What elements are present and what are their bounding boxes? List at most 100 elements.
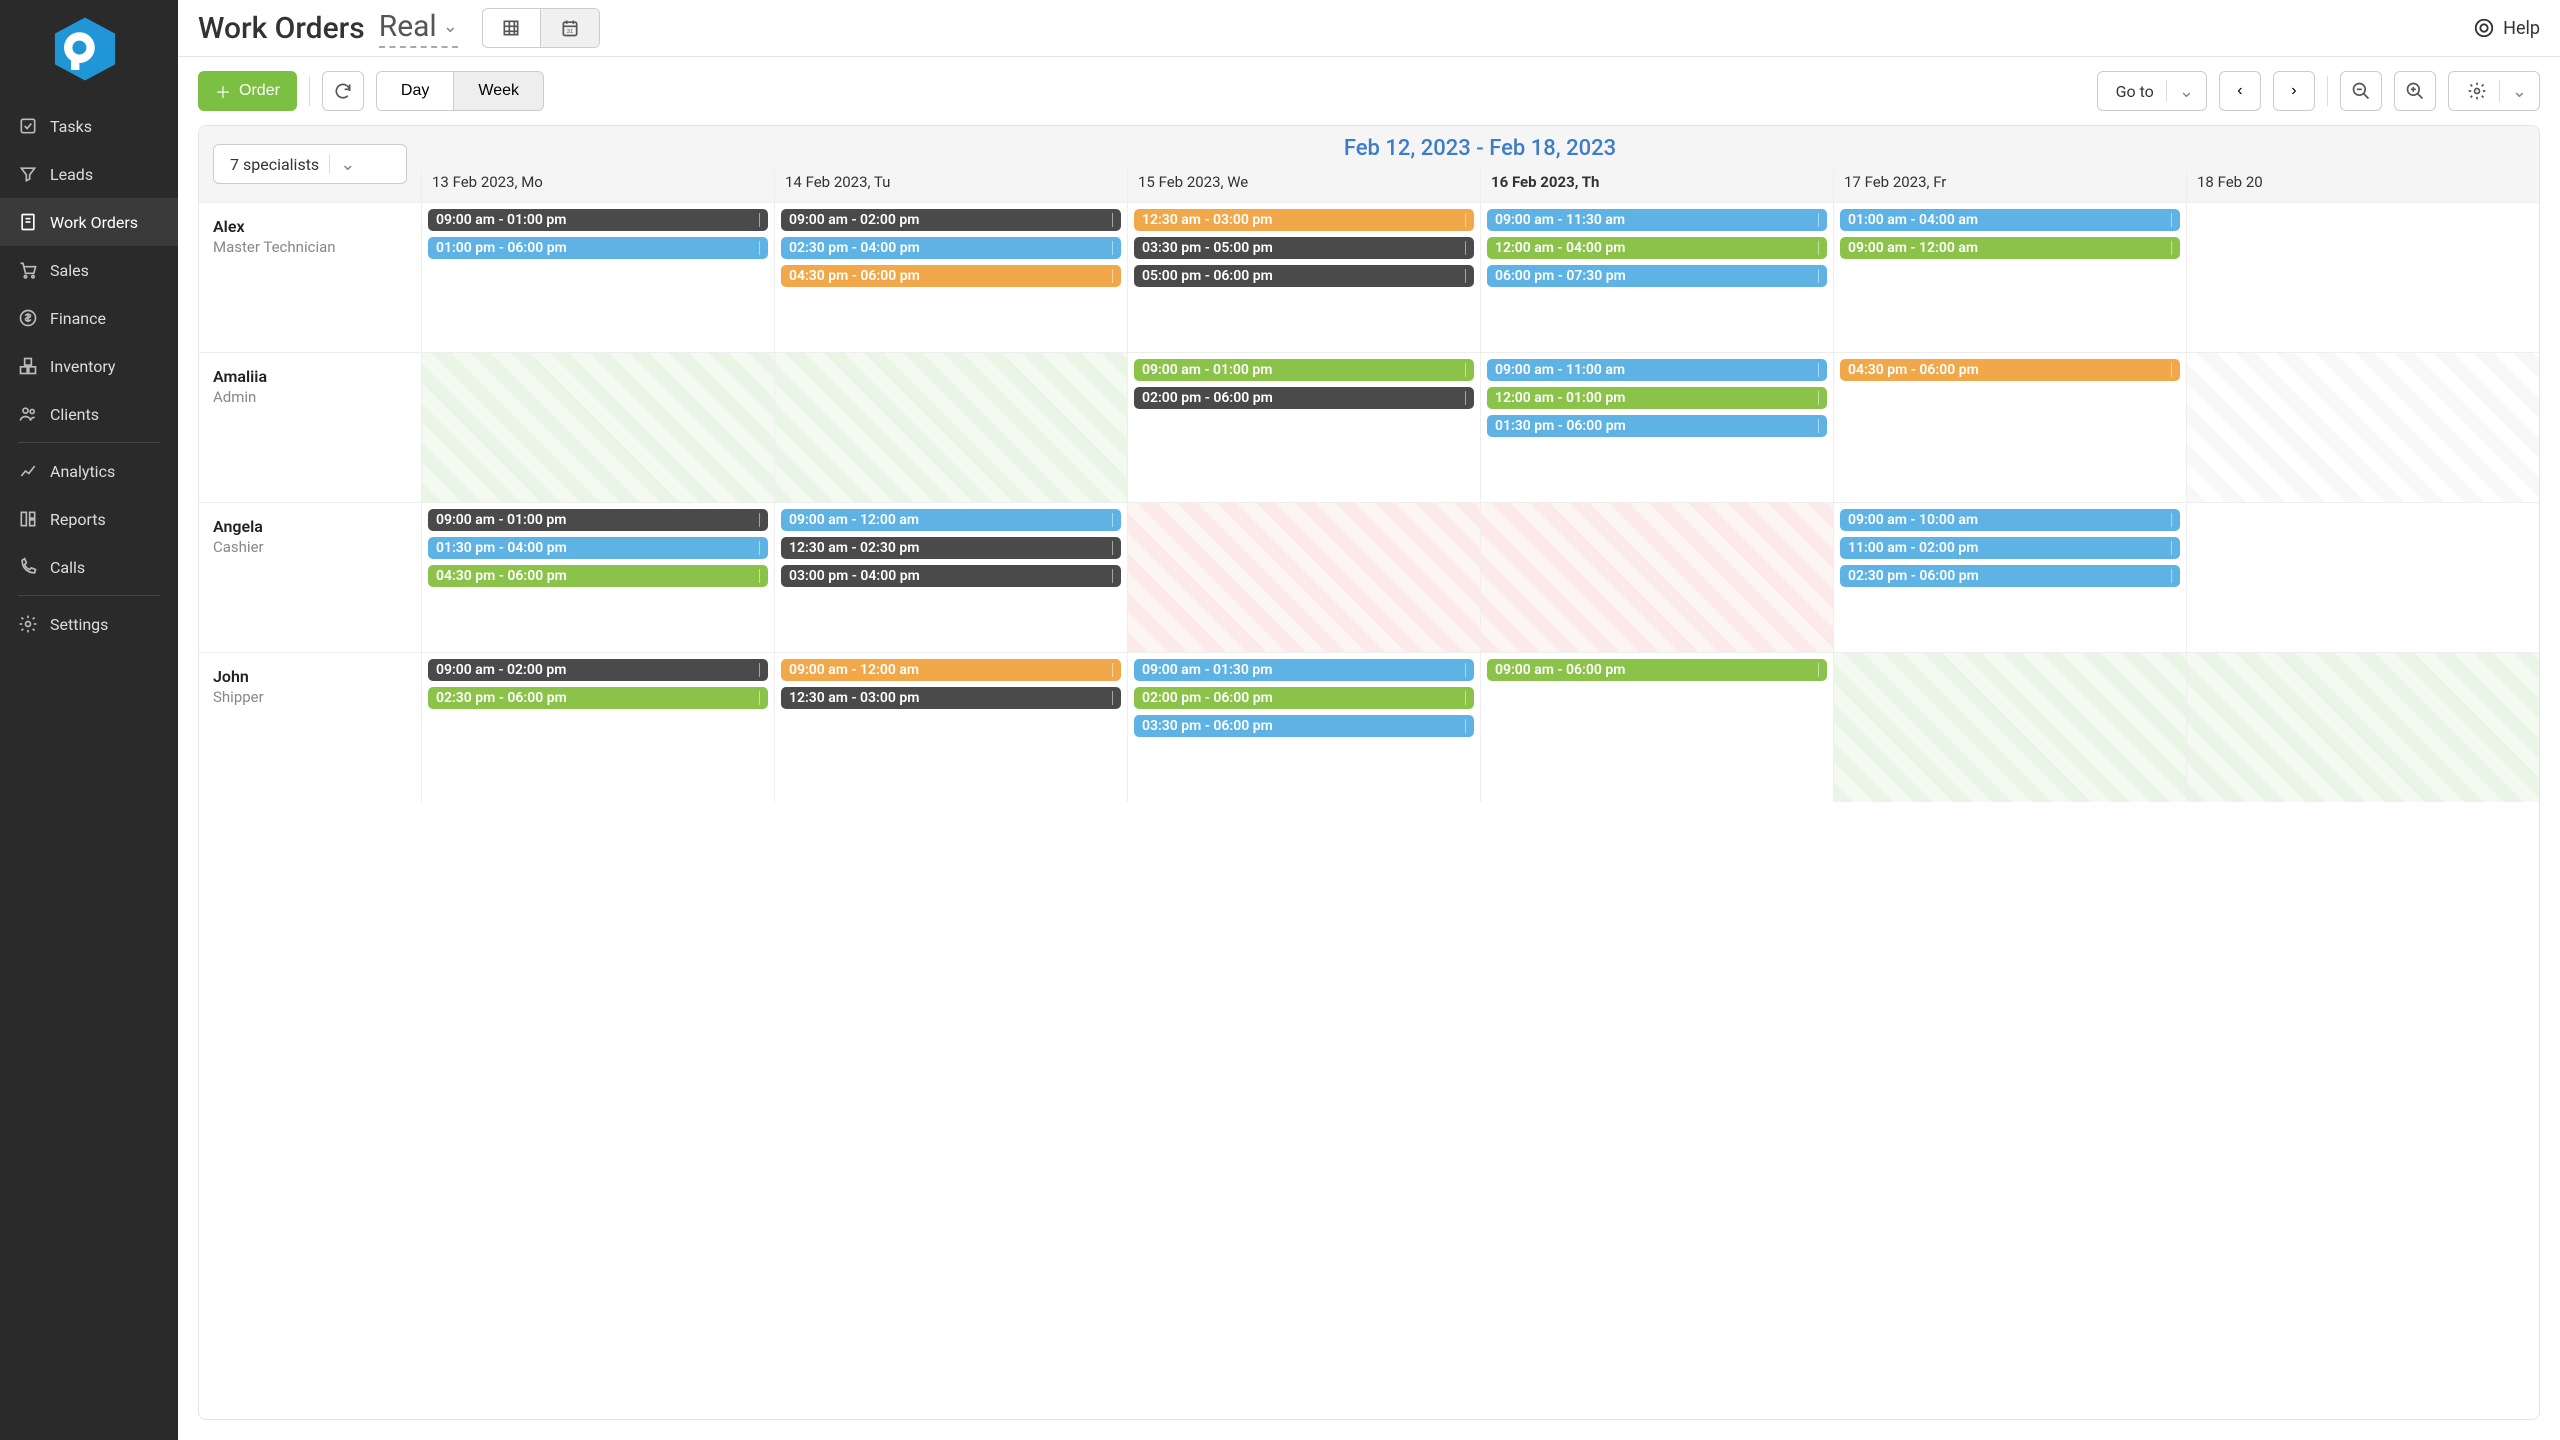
event[interactable]: 11:00 am - 02:00 pm [1840,537,2180,559]
new-order-button[interactable]: ＋ Order [198,71,297,111]
nav-inventory[interactable]: Inventory [0,342,178,390]
event[interactable]: 02:00 pm - 06:00 pm [1134,387,1474,409]
nav-clients[interactable]: Clients [0,390,178,438]
nav-tasks[interactable]: Tasks [0,102,178,150]
event-divider [2171,213,2172,227]
zoom-out-button[interactable] [2340,71,2382,111]
page-subtitle-dropdown[interactable]: Real ⌄ [379,9,458,48]
day-cell[interactable] [2186,653,2539,802]
refresh-button[interactable] [322,71,364,111]
event[interactable]: 09:00 am - 01:30 pm [1134,659,1474,681]
day-cell[interactable] [421,353,774,502]
nav-sales[interactable]: Sales [0,246,178,294]
event[interactable]: 01:30 pm - 06:00 pm [1487,415,1827,437]
event[interactable]: 12:30 am - 02:30 pm [781,537,1121,559]
nav-calls[interactable]: Calls [0,543,178,591]
day-cell[interactable] [2186,353,2539,502]
event[interactable]: 09:00 am - 06:00 pm [1487,659,1827,681]
event[interactable]: 12:30 am - 03:00 pm [781,687,1121,709]
specialist-name: Angela [213,517,407,536]
event[interactable]: 09:00 am - 02:00 pm [428,659,768,681]
page-subtitle-label: Real [379,9,437,44]
day-cell[interactable]: 09:00 am - 01:00 pm 01:30 pm - 04:00 pm 04… [421,503,774,652]
zoom-in-button[interactable] [2394,71,2436,111]
event[interactable]: 03:30 pm - 05:00 pm [1134,237,1474,259]
day-cell[interactable]: 09:00 am - 01:30 pm 02:00 pm - 06:00 pm 03… [1127,653,1480,802]
event[interactable]: 09:00 am - 02:00 pm [781,209,1121,231]
event-divider [1465,213,1466,227]
day-cell[interactable] [1127,503,1480,652]
event[interactable]: 12:00 am - 01:00 pm [1487,387,1827,409]
nav-analytics[interactable]: Analytics [0,447,178,495]
event[interactable]: 09:00 am - 12:00 am [781,659,1121,681]
day-cell[interactable]: 09:00 am - 11:30 am 12:00 am - 04:00 pm 06… [1480,203,1833,352]
next-button[interactable]: › [2273,71,2315,111]
day-cell[interactable] [1480,503,1833,652]
day-cell[interactable] [2186,503,2539,652]
event[interactable]: 09:00 am - 12:00 am [1840,237,2180,259]
event[interactable]: 01:30 pm - 04:00 pm [428,537,768,559]
event-time: 09:00 am - 01:00 pm [436,512,566,528]
day-cell[interactable] [774,353,1127,502]
event[interactable]: 02:30 pm - 06:00 pm [428,687,768,709]
day-cell[interactable] [2186,203,2539,352]
event[interactable]: 03:00 pm - 04:00 pm [781,565,1121,587]
day-cell[interactable] [1833,653,2186,802]
event[interactable]: 09:00 am - 11:00 am [1487,359,1827,381]
event[interactable]: 09:00 am - 12:00 am [781,509,1121,531]
day-cell[interactable]: 09:00 am - 12:00 am 12:30 am - 02:30 pm 03… [774,503,1127,652]
day-cell[interactable]: 09:00 am - 10:00 am 11:00 am - 02:00 pm 02… [1833,503,2186,652]
day-cell[interactable]: 09:00 am - 12:00 am 12:30 am - 03:00 pm [774,653,1127,802]
specialist-cell: John Shipper [199,653,421,802]
event[interactable]: 09:00 am - 01:00 pm [1134,359,1474,381]
calendar-view-button[interactable]: 31 [541,9,599,47]
event[interactable]: 09:00 am - 01:00 pm [428,509,768,531]
event-time: 09:00 am - 01:30 pm [1142,662,1272,678]
event[interactable]: 02:00 pm - 06:00 pm [1134,687,1474,709]
event-time: 11:00 am - 02:00 pm [1848,540,1978,556]
day-cell[interactable]: 09:00 am - 06:00 pm [1480,653,1833,802]
day-cell[interactable]: 09:00 am - 01:00 pm 02:00 pm - 06:00 pm [1127,353,1480,502]
event[interactable]: 04:30 pm - 06:00 pm [781,265,1121,287]
specialist-name: Alex [213,217,407,236]
nav-label: Finance [50,309,106,328]
specialist-header: 7 specialists ⌄ [199,126,421,202]
day-button[interactable]: Day [377,72,454,110]
day-cell[interactable]: 09:00 am - 02:00 pm 02:30 pm - 06:00 pm [421,653,774,802]
event[interactable]: 04:30 pm - 06:00 pm [1840,359,2180,381]
zoom-out-icon [2351,81,2371,101]
specialist-filter[interactable]: 7 specialists ⌄ [213,144,407,184]
nav-work-orders[interactable]: Work Orders [0,198,178,246]
settings-dropdown[interactable]: ⌄ [2448,71,2540,111]
event[interactable]: 03:30 pm - 06:00 pm [1134,715,1474,737]
event[interactable]: 02:30 pm - 06:00 pm [1840,565,2180,587]
event[interactable]: 05:00 pm - 06:00 pm [1134,265,1474,287]
event[interactable]: 06:00 pm - 07:30 pm [1487,265,1827,287]
event[interactable]: 01:00 pm - 06:00 pm [428,237,768,259]
event[interactable]: 04:30 pm - 06:00 pm [428,565,768,587]
day-cell[interactable]: 04:30 pm - 06:00 pm [1833,353,2186,502]
event[interactable]: 09:00 am - 10:00 am [1840,509,2180,531]
nav-leads[interactable]: Leads [0,150,178,198]
day-cell[interactable]: 09:00 am - 01:00 pm 01:00 pm - 06:00 pm [421,203,774,352]
event[interactable]: 12:30 am - 03:00 pm [1134,209,1474,231]
prev-button[interactable]: ‹ [2219,71,2261,111]
nav-reports[interactable]: Reports [0,495,178,543]
event[interactable]: 02:30 pm - 04:00 pm [781,237,1121,259]
event[interactable]: 12:00 am - 04:00 pm [1487,237,1827,259]
week-button[interactable]: Week [454,72,543,110]
event[interactable]: 09:00 am - 11:30 am [1487,209,1827,231]
grid-view-button[interactable] [483,9,541,47]
day-cell[interactable]: 09:00 am - 02:00 pm 02:30 pm - 04:00 pm 04… [774,203,1127,352]
event[interactable]: 01:00 am - 04:00 am [1840,209,2180,231]
help-button[interactable]: Help [2473,17,2540,39]
event[interactable]: 09:00 am - 01:00 pm [428,209,768,231]
goto-button[interactable]: Go to ⌄ [2097,71,2207,111]
event-divider [759,663,760,677]
day-cell[interactable]: 09:00 am - 11:00 am 12:00 am - 01:00 pm 01… [1480,353,1833,502]
app-logo [0,0,178,102]
day-cell[interactable]: 01:00 am - 04:00 am 09:00 am - 12:00 am [1833,203,2186,352]
nav-finance[interactable]: Finance [0,294,178,342]
day-cell[interactable]: 12:30 am - 03:00 pm 03:30 pm - 05:00 pm 05… [1127,203,1480,352]
nav-settings[interactable]: Settings [0,600,178,648]
